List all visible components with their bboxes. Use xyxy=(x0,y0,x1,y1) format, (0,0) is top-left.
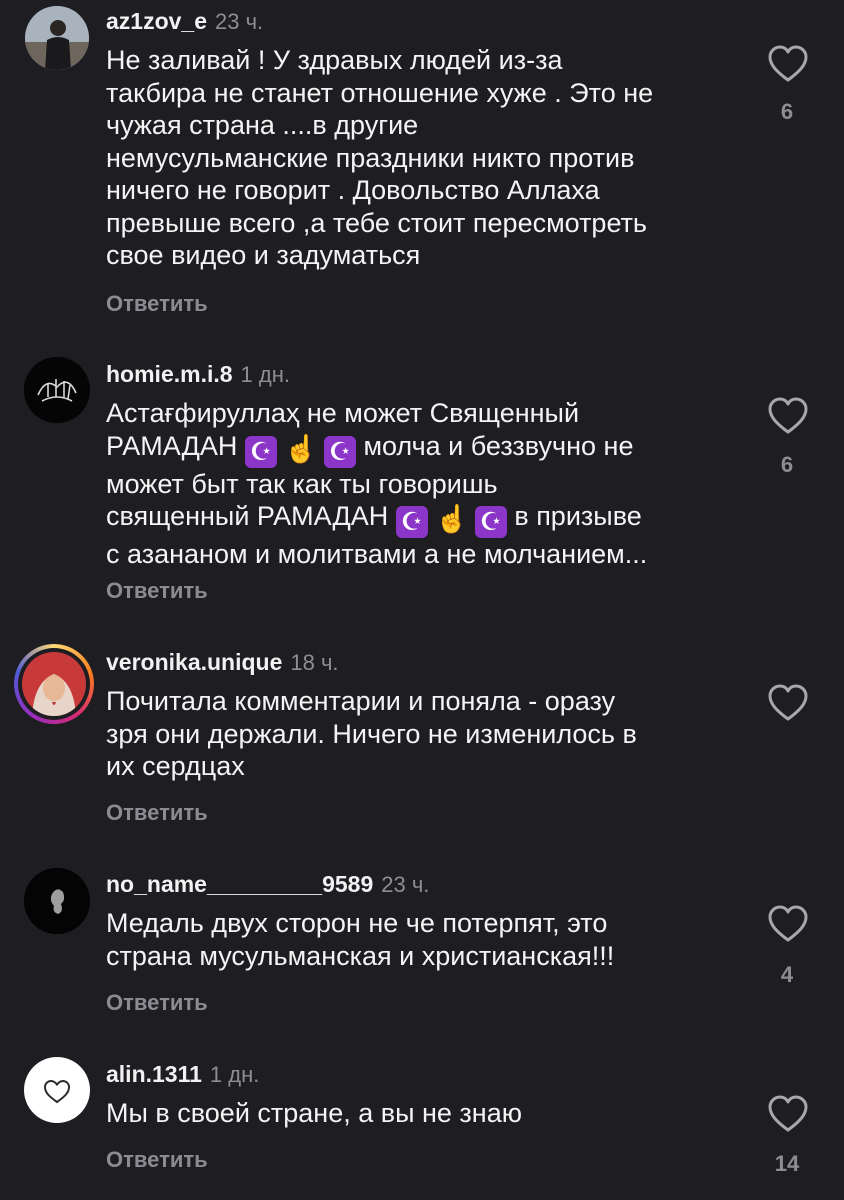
like-count: 6 xyxy=(780,99,794,124)
comment-line: Почитала комментарии и поняла - оразу xyxy=(106,686,616,716)
comment-text: Астағфируллаҳ не может Священный РАМАДАН… xyxy=(106,397,746,571)
heart-outline-icon[interactable] xyxy=(767,44,809,84)
comment-line: РАМАДАН ☪ ☝ ☪ молча и беззвучно не xyxy=(106,430,634,468)
avatar[interactable] xyxy=(24,357,90,423)
comment-line: зря они держали. Ничего не изменилось в xyxy=(106,718,637,749)
comment-meta: veronika.unique 18 ч. xyxy=(106,649,339,676)
heart-outline-icon[interactable] xyxy=(767,396,809,436)
index-pointing-up-icon: ☝ xyxy=(435,504,469,534)
comment-text: Медаль двух сторон не че потерпят, это с… xyxy=(106,907,746,972)
avatar-image xyxy=(18,648,90,720)
star-and-crescent-icon: ☪ xyxy=(323,435,356,468)
reply-button[interactable]: Ответить xyxy=(106,1147,208,1173)
reply-button[interactable]: Ответить xyxy=(106,291,208,317)
comment-text: Мы в своей стране, а вы не знаю xyxy=(106,1097,746,1130)
comment-line: их сердцах xyxy=(106,751,245,781)
comment-meta: az1zov_e 23 ч. xyxy=(106,8,263,35)
timestamp: 1 дн. xyxy=(209,1062,260,1087)
comment-line: может быт так как ты говоришь xyxy=(106,468,498,499)
comment-line: чужая страна ....в другие xyxy=(106,110,419,140)
star-and-crescent-icon: ☪ xyxy=(474,506,507,538)
comment-line: ничего не говорит . Довольство Аллаха xyxy=(106,175,600,205)
comment-meta: alin.1311 1 дн. xyxy=(106,1061,259,1088)
comment-line: Астағфируллаҳ не может Священный xyxy=(106,398,580,428)
avatar[interactable] xyxy=(25,6,89,70)
comment-line: такбира не станет отношение хуже . Это н… xyxy=(106,77,654,108)
heart-outline-icon[interactable] xyxy=(767,1094,809,1134)
star-and-crescent-icon: ☪ xyxy=(395,506,428,538)
timestamp: 23 ч. xyxy=(215,9,264,34)
comment-line: с азананом и молитвами а не молчанием... xyxy=(106,539,648,569)
reply-button[interactable]: Ответить xyxy=(106,990,208,1016)
reply-button[interactable]: Ответить xyxy=(106,800,208,826)
comment-line: немусульманские праздники никто против xyxy=(106,142,635,173)
comment-meta: homie.m.i.8 1 дн. xyxy=(106,361,290,388)
comment-text: Почитала комментарии и поняла - оразу зр… xyxy=(106,685,746,783)
index-pointing-up-icon: ☝ xyxy=(284,433,319,464)
heart-outline-icon[interactable] xyxy=(767,904,809,944)
comment-meta: no_name_________9589 23 ч. xyxy=(106,871,429,898)
username[interactable]: homie.m.i.8 xyxy=(106,361,233,387)
like-count: 14 xyxy=(774,1151,800,1176)
avatar[interactable] xyxy=(24,1057,90,1123)
comment-line: священный РАМАДАН ☪ ☝ ☪ в призыве xyxy=(106,501,642,538)
star-and-crescent-icon: ☪ xyxy=(244,435,277,468)
username[interactable]: az1zov_e xyxy=(106,8,207,34)
avatar[interactable] xyxy=(24,868,90,934)
username[interactable]: no_name_________9589 xyxy=(106,871,373,897)
like-count: 6 xyxy=(780,452,794,477)
timestamp: 18 ч. xyxy=(290,650,339,675)
comment-text: Не заливай ! У здравых людей из-за такби… xyxy=(106,44,746,272)
comment-line: свое видео и задуматься xyxy=(106,240,421,270)
username[interactable]: alin.1311 xyxy=(106,1061,202,1087)
reply-button[interactable]: Ответить xyxy=(106,578,208,604)
heart-outline-icon[interactable] xyxy=(767,683,809,723)
comment-line: Не заливай ! У здравых людей из-за xyxy=(106,45,563,75)
username[interactable]: veronika.unique xyxy=(106,649,282,675)
comment-line: превыше всего ,а тебе стоит пересмотреть xyxy=(106,207,648,238)
timestamp: 1 дн. xyxy=(240,362,290,387)
comment-line: страна мусульманская и христианская!!! xyxy=(106,940,615,971)
comment-line: Мы в своей стране, а вы не знаю xyxy=(106,1098,522,1128)
comment-line: Медаль двух сторон не че потерпят, это xyxy=(106,908,608,938)
timestamp: 23 ч. xyxy=(381,872,430,897)
avatar[interactable] xyxy=(14,644,94,724)
like-count: 4 xyxy=(780,962,794,987)
